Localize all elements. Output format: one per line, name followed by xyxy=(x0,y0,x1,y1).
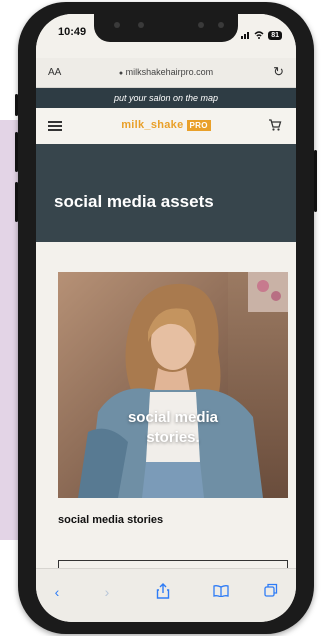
url-field[interactable]: ● milkshakehairpro.com xyxy=(36,67,296,77)
sensor-dot xyxy=(198,22,204,28)
card-title: social media stories xyxy=(58,514,164,526)
cart-icon[interactable] xyxy=(268,118,282,132)
stage: 10:49 81 AA ● milkshakehairpro.com ↻ put… xyxy=(0,0,332,636)
status-time: 10:49 xyxy=(58,26,87,38)
promo-banner[interactable]: put your salon on the map xyxy=(36,88,296,108)
signal-icon xyxy=(241,31,250,39)
logo-text: milk_shake xyxy=(121,119,184,131)
browser-toolbar: ‹ › xyxy=(36,568,296,622)
card-caption-line-2: stories. xyxy=(146,429,200,446)
battery-icon: 81 xyxy=(268,30,282,40)
phone-volume-down-button xyxy=(15,182,18,222)
phone-silent-switch xyxy=(15,94,18,116)
phone-frame: 10:49 81 AA ● milkshakehairpro.com ↻ put… xyxy=(15,2,317,634)
card-image[interactable]: social media stories. xyxy=(58,272,288,498)
sensor-dot xyxy=(138,22,144,28)
logo-badge: PRO xyxy=(186,120,211,131)
status-icons: 81 xyxy=(241,26,282,44)
phone-notch xyxy=(94,14,238,42)
hero-section: social media assets xyxy=(36,144,296,242)
browser-address-bar[interactable]: AA ● milkshakehairpro.com ↻ xyxy=(36,58,296,88)
phone-screen: 10:49 81 AA ● milkshakehairpro.com ↻ put… xyxy=(36,14,296,622)
site-logo[interactable]: milk_shake PRO xyxy=(36,119,296,131)
portrait-illustration xyxy=(58,272,288,498)
tabs-icon[interactable] xyxy=(262,583,280,601)
content-section: social media stories. social media stori… xyxy=(36,242,296,590)
card-caption-line-1: social media xyxy=(127,409,219,426)
site-navbar: milk_shake PRO xyxy=(36,108,296,144)
url-text: milkshakehairpro.com xyxy=(125,67,214,77)
bookmarks-icon[interactable] xyxy=(212,583,230,601)
sensor-dot xyxy=(218,22,224,28)
lock-icon: ● xyxy=(118,70,124,77)
card-caption: social media stories. xyxy=(58,408,288,448)
wifi-icon xyxy=(254,26,264,44)
forward-icon[interactable]: › xyxy=(98,583,116,601)
reload-icon[interactable]: ↻ xyxy=(273,64,284,80)
phone-power-button xyxy=(314,150,317,212)
camera-dot xyxy=(114,22,120,28)
page-title: social media assets xyxy=(54,192,214,211)
back-icon[interactable]: ‹ xyxy=(48,583,66,601)
phone-volume-up-button xyxy=(15,132,18,172)
status-bar: 10:49 81 xyxy=(36,14,296,58)
share-icon[interactable] xyxy=(154,583,172,601)
